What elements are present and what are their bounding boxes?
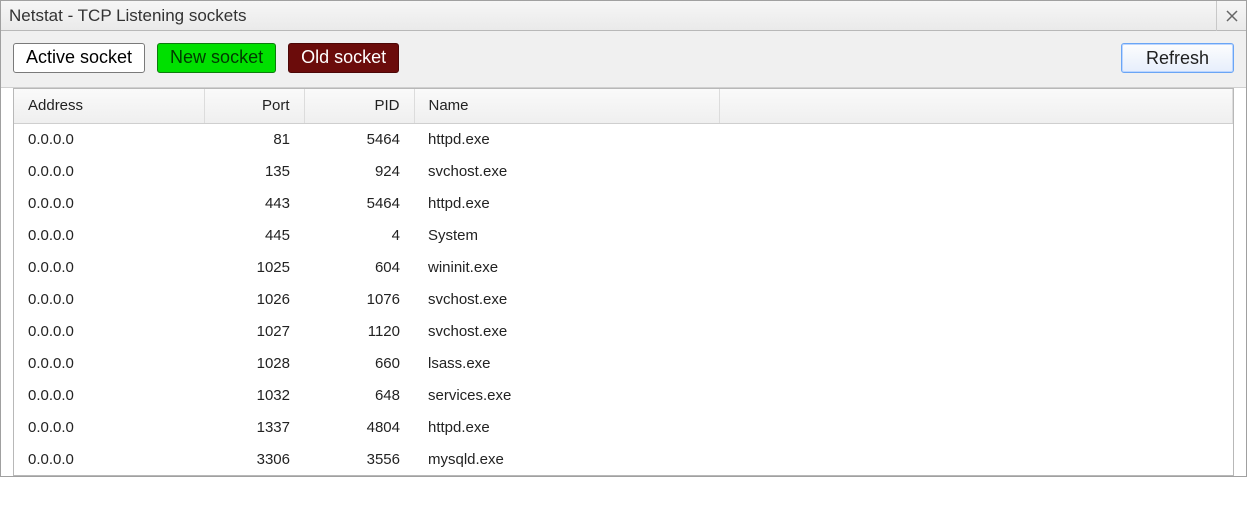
cell-address: 0.0.0.0 — [14, 187, 204, 219]
cell-port: 443 — [204, 187, 304, 219]
socket-table-container: Address Port PID Name 0.0.0.0815464httpd… — [13, 88, 1234, 476]
cell-extra — [719, 187, 1233, 219]
table-row[interactable]: 0.0.0.01025604wininit.exe — [14, 251, 1233, 283]
cell-pid: 924 — [304, 155, 414, 187]
cell-pid: 3556 — [304, 443, 414, 475]
close-icon[interactable] — [1216, 1, 1246, 31]
cell-name: httpd.exe — [414, 123, 719, 155]
table-row[interactable]: 0.0.0.033063556mysqld.exe — [14, 443, 1233, 475]
window-title: Netstat - TCP Listening sockets — [9, 6, 246, 26]
cell-pid: 648 — [304, 379, 414, 411]
cell-pid: 1120 — [304, 315, 414, 347]
cell-extra — [719, 379, 1233, 411]
cell-pid: 1076 — [304, 283, 414, 315]
titlebar[interactable]: Netstat - TCP Listening sockets — [1, 1, 1246, 31]
cell-address: 0.0.0.0 — [14, 219, 204, 251]
cell-port: 1337 — [204, 411, 304, 443]
cell-extra — [719, 443, 1233, 475]
cell-name: svchost.exe — [414, 315, 719, 347]
netstat-window: Netstat - TCP Listening sockets Active s… — [0, 0, 1247, 477]
table-row[interactable]: 0.0.0.0135924svchost.exe — [14, 155, 1233, 187]
cell-port: 1028 — [204, 347, 304, 379]
legend-active-socket: Active socket — [13, 43, 145, 73]
table-row[interactable]: 0.0.0.01028660lsass.exe — [14, 347, 1233, 379]
cell-address: 0.0.0.0 — [14, 347, 204, 379]
cell-extra — [719, 283, 1233, 315]
cell-name: mysqld.exe — [414, 443, 719, 475]
table-row[interactable]: 0.0.0.04435464httpd.exe — [14, 187, 1233, 219]
cell-address: 0.0.0.0 — [14, 411, 204, 443]
cell-name: services.exe — [414, 379, 719, 411]
cell-extra — [719, 155, 1233, 187]
refresh-button[interactable]: Refresh — [1121, 43, 1234, 73]
cell-port: 81 — [204, 123, 304, 155]
cell-pid: 4804 — [304, 411, 414, 443]
cell-address: 0.0.0.0 — [14, 283, 204, 315]
cell-port: 1025 — [204, 251, 304, 283]
cell-name: lsass.exe — [414, 347, 719, 379]
cell-address: 0.0.0.0 — [14, 443, 204, 475]
cell-extra — [719, 315, 1233, 347]
table-row[interactable]: 0.0.0.010271120svchost.exe — [14, 315, 1233, 347]
column-header-pid[interactable]: PID — [304, 89, 414, 123]
table-header-row: Address Port PID Name — [14, 89, 1233, 123]
cell-port: 1032 — [204, 379, 304, 411]
cell-name: System — [414, 219, 719, 251]
cell-extra — [719, 411, 1233, 443]
cell-port: 3306 — [204, 443, 304, 475]
cell-name: httpd.exe — [414, 187, 719, 219]
table-row[interactable]: 0.0.0.0815464httpd.exe — [14, 123, 1233, 155]
cell-extra — [719, 347, 1233, 379]
cell-port: 135 — [204, 155, 304, 187]
cell-extra — [719, 123, 1233, 155]
table-row[interactable]: 0.0.0.01032648services.exe — [14, 379, 1233, 411]
cell-port: 1027 — [204, 315, 304, 347]
cell-address: 0.0.0.0 — [14, 379, 204, 411]
cell-port: 445 — [204, 219, 304, 251]
cell-name: svchost.exe — [414, 283, 719, 315]
column-header-port[interactable]: Port — [204, 89, 304, 123]
cell-pid: 660 — [304, 347, 414, 379]
cell-name: svchost.exe — [414, 155, 719, 187]
cell-address: 0.0.0.0 — [14, 123, 204, 155]
cell-pid: 604 — [304, 251, 414, 283]
cell-name: wininit.exe — [414, 251, 719, 283]
toolbar: Active socket New socket Old socket Refr… — [1, 31, 1246, 88]
cell-extra — [719, 219, 1233, 251]
socket-table: Address Port PID Name 0.0.0.0815464httpd… — [14, 89, 1233, 475]
column-header-address[interactable]: Address — [14, 89, 204, 123]
cell-pid: 5464 — [304, 187, 414, 219]
cell-name: httpd.exe — [414, 411, 719, 443]
table-row[interactable]: 0.0.0.010261076svchost.exe — [14, 283, 1233, 315]
legend-old-socket: Old socket — [288, 43, 399, 73]
table-row[interactable]: 0.0.0.013374804httpd.exe — [14, 411, 1233, 443]
column-header-extra[interactable] — [719, 89, 1233, 123]
cell-port: 1026 — [204, 283, 304, 315]
cell-pid: 5464 — [304, 123, 414, 155]
cell-address: 0.0.0.0 — [14, 315, 204, 347]
cell-extra — [719, 251, 1233, 283]
column-header-name[interactable]: Name — [414, 89, 719, 123]
cell-address: 0.0.0.0 — [14, 251, 204, 283]
table-row[interactable]: 0.0.0.04454System — [14, 219, 1233, 251]
legend-new-socket: New socket — [157, 43, 276, 73]
cell-pid: 4 — [304, 219, 414, 251]
cell-address: 0.0.0.0 — [14, 155, 204, 187]
